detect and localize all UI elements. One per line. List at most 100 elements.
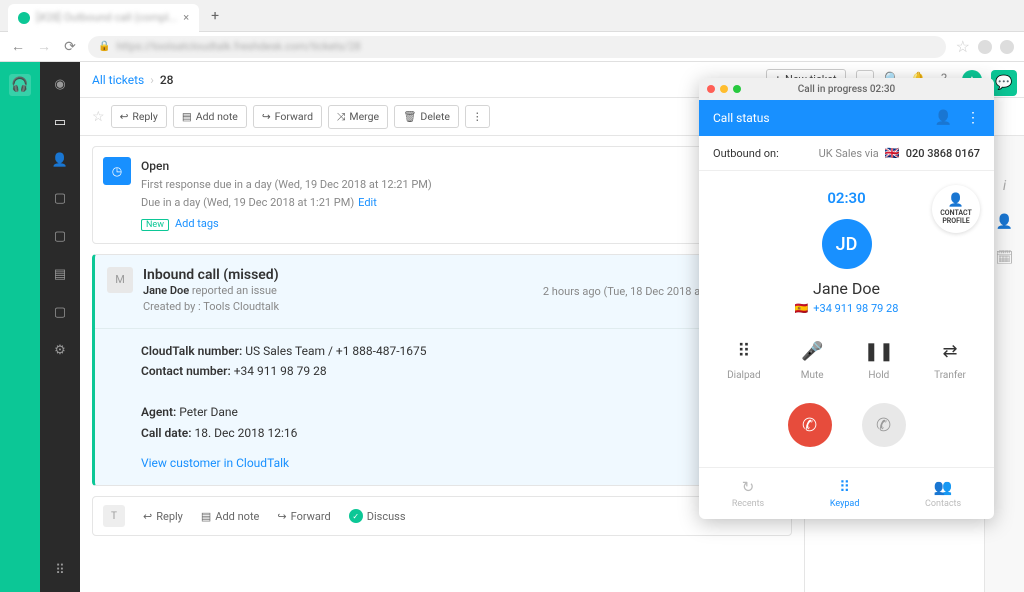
chat-fab[interactable]: 💬 <box>991 70 1017 96</box>
browser-tab[interactable]: [#28] Outbound call (compl... × <box>8 4 199 32</box>
new-tab-button[interactable]: + <box>205 6 225 26</box>
more-icon[interactable]: ⋮ <box>966 110 980 126</box>
reply-icon: ↩ <box>120 110 129 123</box>
close-tab-icon[interactable]: × <box>183 11 189 24</box>
chevron-right-icon: › <box>150 73 154 87</box>
browser-tab-bar: [#28] Outbound call (compl... × + <box>0 0 1024 32</box>
reply-icon: ↩ <box>143 510 152 523</box>
maximize-window-icon[interactable] <box>733 85 741 93</box>
clock-icon: ↻ <box>742 478 755 496</box>
widget-titlebar[interactable]: Call in progress 02:30 <box>699 78 994 100</box>
forward-icon: ↪ <box>277 510 286 523</box>
contact-profile-button[interactable]: 👤 CONTACT PROFILE <box>932 185 980 233</box>
dialpad-button[interactable]: ⠿Dialpad <box>727 341 761 381</box>
tab-contacts[interactable]: 👥Contacts <box>925 478 961 509</box>
note-icon: ▤ <box>201 510 211 523</box>
calldate: 18. Dec 2018 12:16 <box>194 426 297 440</box>
caller-avatar: JD <box>822 219 872 269</box>
star-icon[interactable]: ☆ <box>92 109 105 125</box>
mute-button[interactable]: 🎤Mute <box>801 341 824 381</box>
lock-icon: 🔒 <box>98 41 110 52</box>
first-response-text: First response due in a day (Wed, 19 Dec… <box>141 176 432 194</box>
contacts-icon[interactable]: 👤 <box>50 150 70 170</box>
tab-keypad[interactable]: ⠿Keypad <box>830 478 860 509</box>
status-panel: ◷ Open First response due in a day (Wed,… <box>92 146 792 244</box>
new-tag: New <box>141 219 169 231</box>
app-sidebar: 🎧 <box>0 62 40 592</box>
contact-number: +34 911 98 79 28 <box>234 364 327 378</box>
call-controls: ⠿Dialpad 🎤Mute ❚❚Hold ⇄Tranfer <box>699 325 994 391</box>
info-icon[interactable]: i <box>1003 178 1006 194</box>
phone-down-icon: ✆ <box>802 415 817 436</box>
add-note-button[interactable]: ▤Add note <box>173 105 247 128</box>
close-window-icon[interactable] <box>707 85 715 93</box>
breadcrumb-root[interactable]: All tickets <box>92 73 144 87</box>
call-button[interactable]: ✆ <box>862 403 906 447</box>
agent-label: Agent: <box>141 405 176 419</box>
trash-icon: 🗑 <box>403 110 416 123</box>
data-icon[interactable]: ▢ <box>50 302 70 322</box>
delete-button[interactable]: 🗑Delete <box>394 105 459 128</box>
chart-icon[interactable]: ▤ <box>50 264 70 284</box>
via-label: UK Sales via <box>819 147 879 160</box>
edit-link[interactable]: Edit <box>358 196 377 209</box>
view-customer-link[interactable]: View customer in CloudTalk <box>141 453 745 473</box>
breadcrumb-current: 28 <box>160 73 174 87</box>
layers-icon[interactable]: ▢ <box>50 226 70 246</box>
apps-icon[interactable]: ⠿ <box>50 560 70 580</box>
address-bar[interactable]: 🔒 https://toolsatcloudtalk.freshdesk.com… <box>88 36 946 58</box>
forward-button[interactable]: ↪Forward <box>253 105 322 128</box>
extension-icon[interactable] <box>978 40 992 54</box>
mic-icon: 🎤 <box>801 341 823 362</box>
more-actions-button[interactable]: ⋮ <box>465 105 490 128</box>
issue-panel: M Inbound call (missed) Jane Doe reporte… <box>92 254 792 486</box>
dashboard-icon[interactable]: ◉ <box>50 74 70 94</box>
person-icon[interactable]: 👤 <box>935 110 952 126</box>
back-button[interactable]: ← <box>10 38 26 55</box>
spain-flag-icon: 🇪🇸 <box>795 302 809 315</box>
call-info-row: Outbound on: UK Sales via 🇬🇧 020 3868 01… <box>699 136 994 171</box>
url-text: https://toolsatcloudtalk.freshdesk.com/t… <box>116 40 360 53</box>
transfer-icon: ⇄ <box>942 341 957 362</box>
hangup-button[interactable]: ✆ <box>788 403 832 447</box>
merge-button[interactable]: ⤨Merge <box>328 105 388 129</box>
reply-button[interactable]: ↩Reply <box>111 105 167 128</box>
reload-button[interactable]: ⟳ <box>62 39 78 55</box>
ct-number: US Sales Team / +1 888-487-1675 <box>245 344 426 358</box>
reporter-name: Jane Doe <box>143 284 189 297</box>
widget-title: Call in progress 02:30 <box>798 84 895 95</box>
created-by: Created by : Tools Cloudtalk <box>143 299 279 316</box>
forward-link[interactable]: ↪Forward <box>277 510 330 523</box>
settings-icon[interactable]: ⚙ <box>50 340 70 360</box>
note-icon: ▤ <box>182 110 192 123</box>
outbound-label: Outbound on: <box>713 147 779 160</box>
add-note-link[interactable]: ▤Add note <box>201 510 260 523</box>
calendar-icon[interactable]: 🗓 <box>996 250 1014 266</box>
tab-title: [#28] Outbound call (compl... <box>36 11 177 24</box>
hold-button[interactable]: ❚❚Hold <box>864 341 894 381</box>
add-tags-link[interactable]: Add tags <box>175 217 219 230</box>
headset-icon[interactable]: 🎧 <box>9 74 31 96</box>
tickets-icon[interactable]: ▭ <box>50 112 70 132</box>
reply-link[interactable]: ↩Reply <box>143 510 183 523</box>
profile-icon: 👤 <box>948 193 964 208</box>
calldate-label: Call date: <box>141 426 191 440</box>
star-icon[interactable]: ☆ <box>956 37 970 56</box>
profile-icon[interactable] <box>1000 40 1014 54</box>
reply-bar: T ↩Reply ▤Add note ↪Forward ✓Discuss <box>92 496 792 536</box>
forward-icon: ↪ <box>262 110 271 123</box>
forward-button[interactable]: → <box>36 38 52 55</box>
ct-number-label: CloudTalk number: <box>141 344 242 358</box>
transfer-button[interactable]: ⇄Tranfer <box>934 341 966 381</box>
url-bar: ← → ⟳ 🔒 https://toolsatcloudtalk.freshde… <box>0 32 1024 62</box>
discuss-link[interactable]: ✓Discuss <box>349 509 406 523</box>
book-icon[interactable]: ▢ <box>50 188 70 208</box>
contact-label: Contact number: <box>141 364 231 378</box>
contact-icon[interactable]: 👤 <box>996 214 1013 230</box>
tab-favicon <box>18 12 30 24</box>
caller-name: Jane Doe <box>699 279 994 298</box>
minimize-window-icon[interactable] <box>720 85 728 93</box>
merge-icon: ⤨ <box>337 110 345 124</box>
tab-recents[interactable]: ↻Recents <box>732 478 764 509</box>
dialpad-icon: ⠿ <box>737 341 750 362</box>
